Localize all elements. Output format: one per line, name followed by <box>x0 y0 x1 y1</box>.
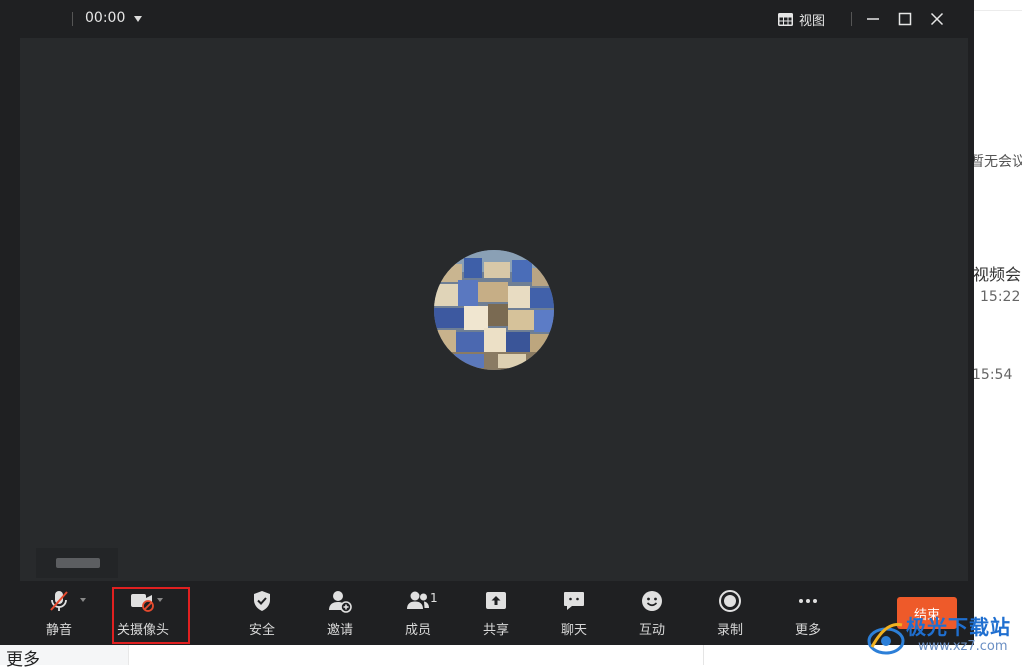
watermark: 极光下载站 www.xz7.com <box>858 605 1022 665</box>
video-stage <box>20 38 968 581</box>
maximize-button[interactable] <box>894 8 916 30</box>
background-meeting-list: 暂无会议 视频会 15:22 15:54 <box>970 0 1022 665</box>
share-button[interactable]: 共享 <box>461 581 531 645</box>
avatar <box>434 250 554 370</box>
record-label: 录制 <box>716 623 743 638</box>
meeting-item-time: 15:22 <box>980 289 1021 305</box>
record-icon <box>719 590 741 612</box>
invite-label: 邀请 <box>326 623 353 638</box>
window-controls-divider <box>851 12 852 26</box>
meeting-titlebar: 00:00 视图 <box>0 0 974 38</box>
participant-name-tag <box>36 548 118 578</box>
chat-button[interactable]: 聊天 <box>539 581 609 645</box>
meeting-window: 00:00 视图 静音 关摄像头 安全 邀请 1 成员 共享 聊天 互动 录制 … <box>0 0 974 645</box>
more-label: 更多 <box>794 623 821 638</box>
watermark-url: www.xz7.com <box>918 639 1008 654</box>
minimize-button[interactable] <box>862 8 884 30</box>
maximize-icon <box>898 12 912 26</box>
watermark-logo-icon <box>867 622 905 655</box>
close-button[interactable] <box>926 8 948 30</box>
invite-button[interactable]: 邀请 <box>305 581 375 645</box>
mute-label: 静音 <box>45 623 72 638</box>
highlight-annotation <box>112 587 190 644</box>
members-label: 成员 <box>404 623 431 638</box>
list-divider <box>974 10 1022 11</box>
view-button[interactable]: 视图 <box>778 8 838 30</box>
interact-button[interactable]: 互动 <box>617 581 687 645</box>
members-icon <box>407 591 429 609</box>
record-button[interactable]: 录制 <box>695 581 765 645</box>
bottom-divider <box>703 645 704 665</box>
members-count-badge: 1 <box>430 591 438 605</box>
meeting-item-time-2: 15:54 <box>972 367 1013 383</box>
no-meeting-text: 暂无会议 <box>970 154 1022 170</box>
grid-view-icon <box>778 12 793 26</box>
members-button[interactable]: 1 成员 <box>383 581 453 645</box>
meeting-item-title[interactable]: 视频会 <box>973 261 1021 285</box>
meeting-timer: 00:00 <box>85 10 126 26</box>
timer-dropdown-icon[interactable] <box>134 16 142 22</box>
watermark-title: 极光下载站 <box>906 615 1011 639</box>
microphone-muted-icon <box>50 591 68 611</box>
titlebar-divider <box>72 12 73 26</box>
shield-icon <box>254 591 270 611</box>
security-label: 安全 <box>248 623 275 638</box>
minimize-icon <box>867 18 879 20</box>
smiley-icon <box>642 591 662 611</box>
chat-bubble-icon <box>564 592 584 610</box>
more-dots-icon <box>799 599 817 603</box>
interact-label: 互动 <box>638 623 665 638</box>
close-icon <box>930 12 944 26</box>
add-user-icon <box>329 591 352 613</box>
share-screen-icon <box>486 592 506 609</box>
avatar-photo <box>434 250 554 370</box>
more-button[interactable]: 更多 <box>773 581 843 645</box>
mute-dropdown-icon[interactable] <box>80 598 86 602</box>
blurred-name <box>56 558 100 568</box>
mute-button[interactable]: 静音 <box>24 581 94 645</box>
view-label: 视图 <box>799 13 826 29</box>
chat-label: 聊天 <box>560 623 587 638</box>
security-button[interactable]: 安全 <box>227 581 297 645</box>
share-label: 共享 <box>482 623 509 638</box>
